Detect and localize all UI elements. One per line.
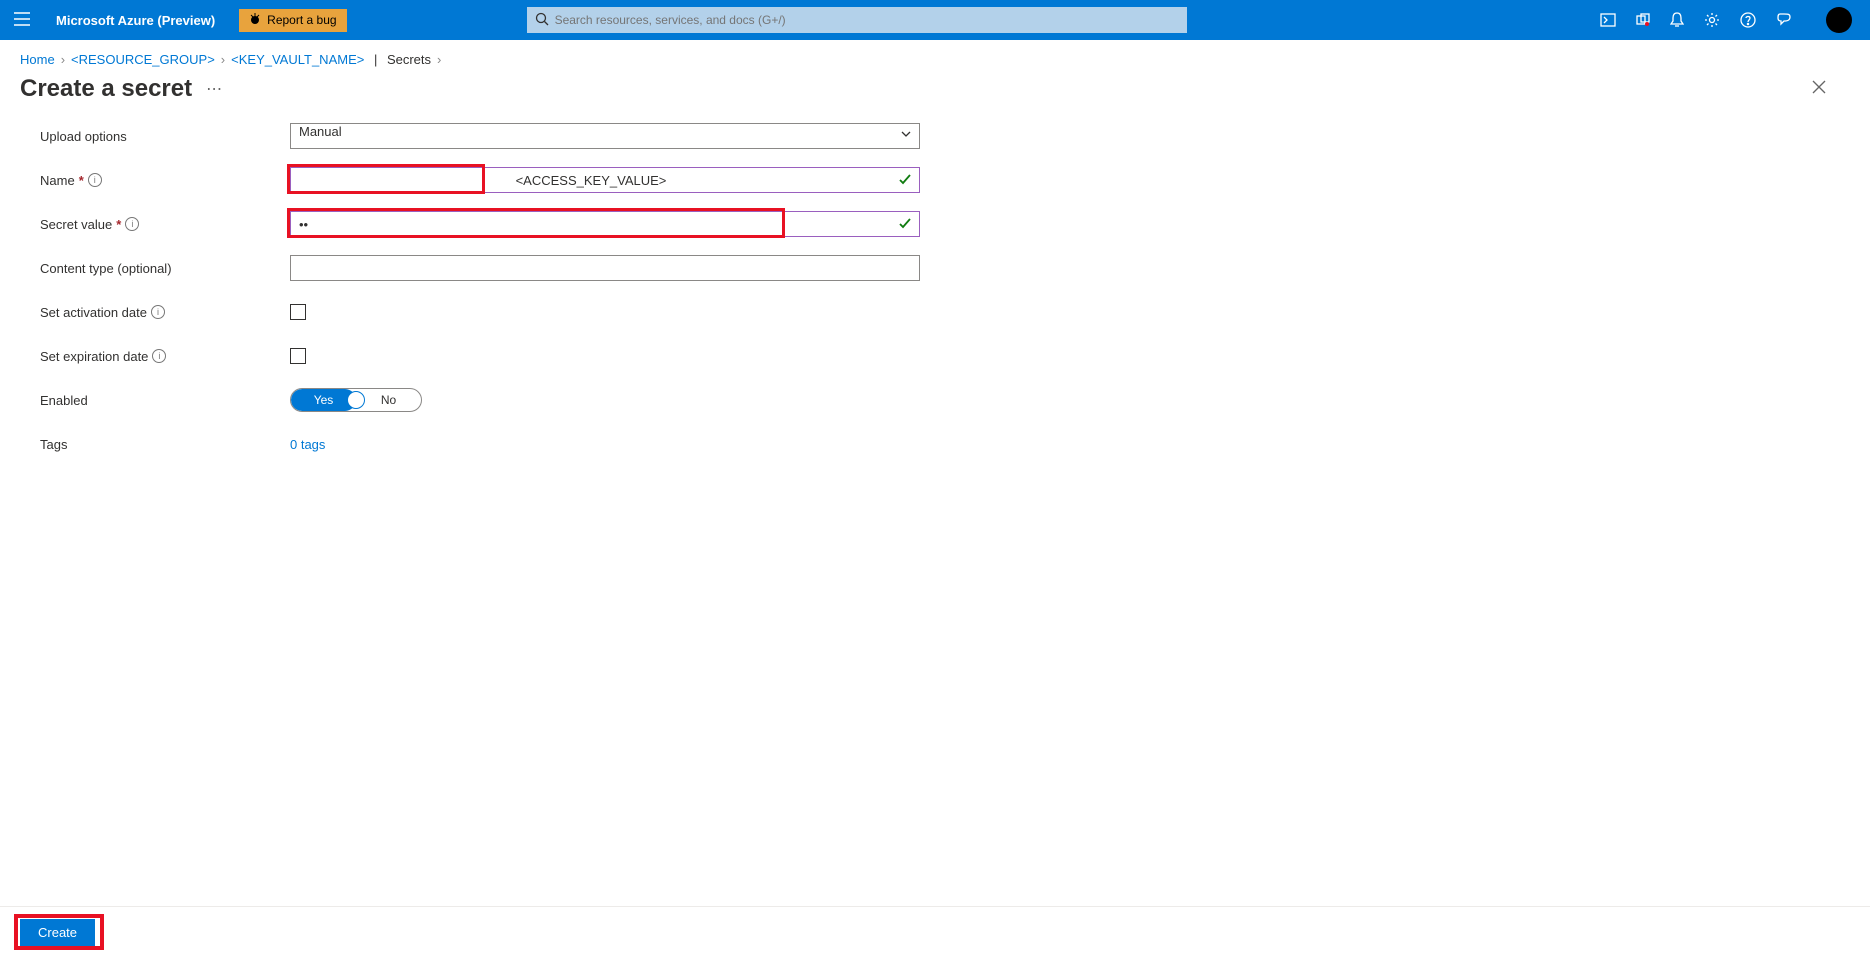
check-icon bbox=[898, 216, 912, 233]
enabled-toggle[interactable]: Yes No bbox=[290, 388, 422, 412]
search-icon bbox=[535, 12, 549, 29]
info-icon[interactable]: i bbox=[151, 305, 165, 319]
content-type-input[interactable] bbox=[290, 255, 920, 281]
required-icon: * bbox=[116, 217, 121, 232]
search-container bbox=[527, 7, 1187, 33]
menu-icon[interactable] bbox=[0, 12, 44, 29]
close-icon[interactable] bbox=[1812, 80, 1826, 99]
enabled-label: Enabled bbox=[40, 393, 290, 408]
page-title: Create a secret bbox=[20, 75, 192, 103]
feedback-icon[interactable] bbox=[1776, 12, 1792, 28]
title-row: Create a secret ⋯ bbox=[0, 71, 1870, 113]
chevron-right-icon: › bbox=[437, 52, 441, 67]
notifications-icon[interactable] bbox=[1670, 12, 1684, 28]
create-button[interactable]: Create bbox=[20, 919, 95, 946]
brand-label[interactable]: Microsoft Azure (Preview) bbox=[44, 13, 227, 28]
upload-options-select[interactable]: Manual bbox=[290, 123, 920, 149]
name-label: Name bbox=[40, 173, 75, 188]
breadcrumb: Home › <RESOURCE_GROUP> › <KEY_VAULT_NAM… bbox=[0, 40, 1870, 71]
tags-link[interactable]: 0 tags bbox=[290, 437, 325, 452]
settings-icon[interactable] bbox=[1704, 12, 1720, 28]
expiration-date-checkbox[interactable] bbox=[290, 348, 306, 364]
required-icon: * bbox=[79, 173, 84, 188]
activation-date-checkbox[interactable] bbox=[290, 304, 306, 320]
footer: Create bbox=[0, 906, 1870, 958]
cloudshell-icon[interactable] bbox=[1600, 13, 1616, 27]
info-icon[interactable]: i bbox=[88, 173, 102, 187]
report-bug-label: Report a bug bbox=[267, 13, 336, 27]
toggle-no: No bbox=[356, 389, 421, 411]
bug-icon bbox=[249, 13, 261, 28]
info-icon[interactable]: i bbox=[152, 349, 166, 363]
expiration-date-label: Set expiration date bbox=[40, 349, 148, 364]
chevron-right-icon: › bbox=[221, 52, 225, 67]
header-icons bbox=[1600, 7, 1870, 33]
help-icon[interactable] bbox=[1740, 12, 1756, 28]
tags-label: Tags bbox=[40, 437, 290, 452]
secret-value-input[interactable] bbox=[290, 211, 920, 237]
avatar[interactable] bbox=[1826, 7, 1852, 33]
more-icon[interactable]: ⋯ bbox=[206, 79, 222, 99]
directories-icon[interactable] bbox=[1636, 13, 1650, 27]
top-header: Microsoft Azure (Preview) Report a bug bbox=[0, 0, 1870, 40]
secret-value-label: Secret value bbox=[40, 217, 112, 232]
name-input[interactable] bbox=[290, 167, 920, 193]
activation-date-label: Set activation date bbox=[40, 305, 147, 320]
toggle-yes: Yes bbox=[291, 389, 356, 411]
breadcrumb-home[interactable]: Home bbox=[20, 52, 55, 67]
upload-options-label: Upload options bbox=[40, 129, 290, 144]
check-icon bbox=[898, 172, 912, 189]
breadcrumb-kv[interactable]: <KEY_VAULT_NAME> bbox=[231, 52, 364, 67]
search-input[interactable] bbox=[527, 7, 1187, 33]
report-bug-button[interactable]: Report a bug bbox=[239, 9, 346, 32]
info-icon[interactable]: i bbox=[125, 217, 139, 231]
chevron-right-icon: › bbox=[61, 52, 65, 67]
breadcrumb-secrets: Secrets bbox=[387, 52, 431, 67]
breadcrumb-rg[interactable]: <RESOURCE_GROUP> bbox=[71, 52, 215, 67]
content-type-label: Content type (optional) bbox=[40, 261, 290, 276]
form: Upload options Manual Name * i Secret va… bbox=[0, 113, 1870, 457]
